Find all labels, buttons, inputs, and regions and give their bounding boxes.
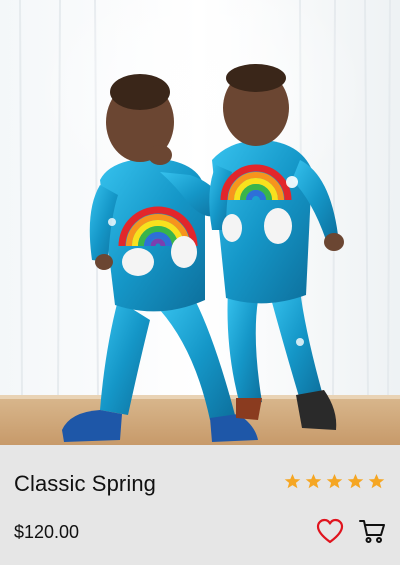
- star-icon: [326, 473, 343, 489]
- product-price: $120.00: [14, 522, 80, 542]
- product-card[interactable]: Classic Spring $120.00: [0, 0, 400, 565]
- favorite-button[interactable]: [316, 517, 344, 545]
- star-icon: [368, 473, 385, 489]
- add-to-cart-button[interactable]: [358, 517, 386, 545]
- product-actions: [316, 517, 386, 545]
- product-title: Classic Spring: [14, 471, 157, 496]
- heart-outline-icon: [316, 518, 344, 544]
- product-photo-illustration: [0, 0, 400, 445]
- star-icon: [305, 473, 322, 489]
- product-image[interactable]: [0, 0, 400, 445]
- star-rating: [283, 472, 386, 491]
- star-icon: [284, 473, 301, 489]
- shopping-cart-icon: [359, 520, 385, 543]
- star-icon: [347, 473, 364, 489]
- product-info-panel: Classic Spring $120.00: [0, 445, 400, 565]
